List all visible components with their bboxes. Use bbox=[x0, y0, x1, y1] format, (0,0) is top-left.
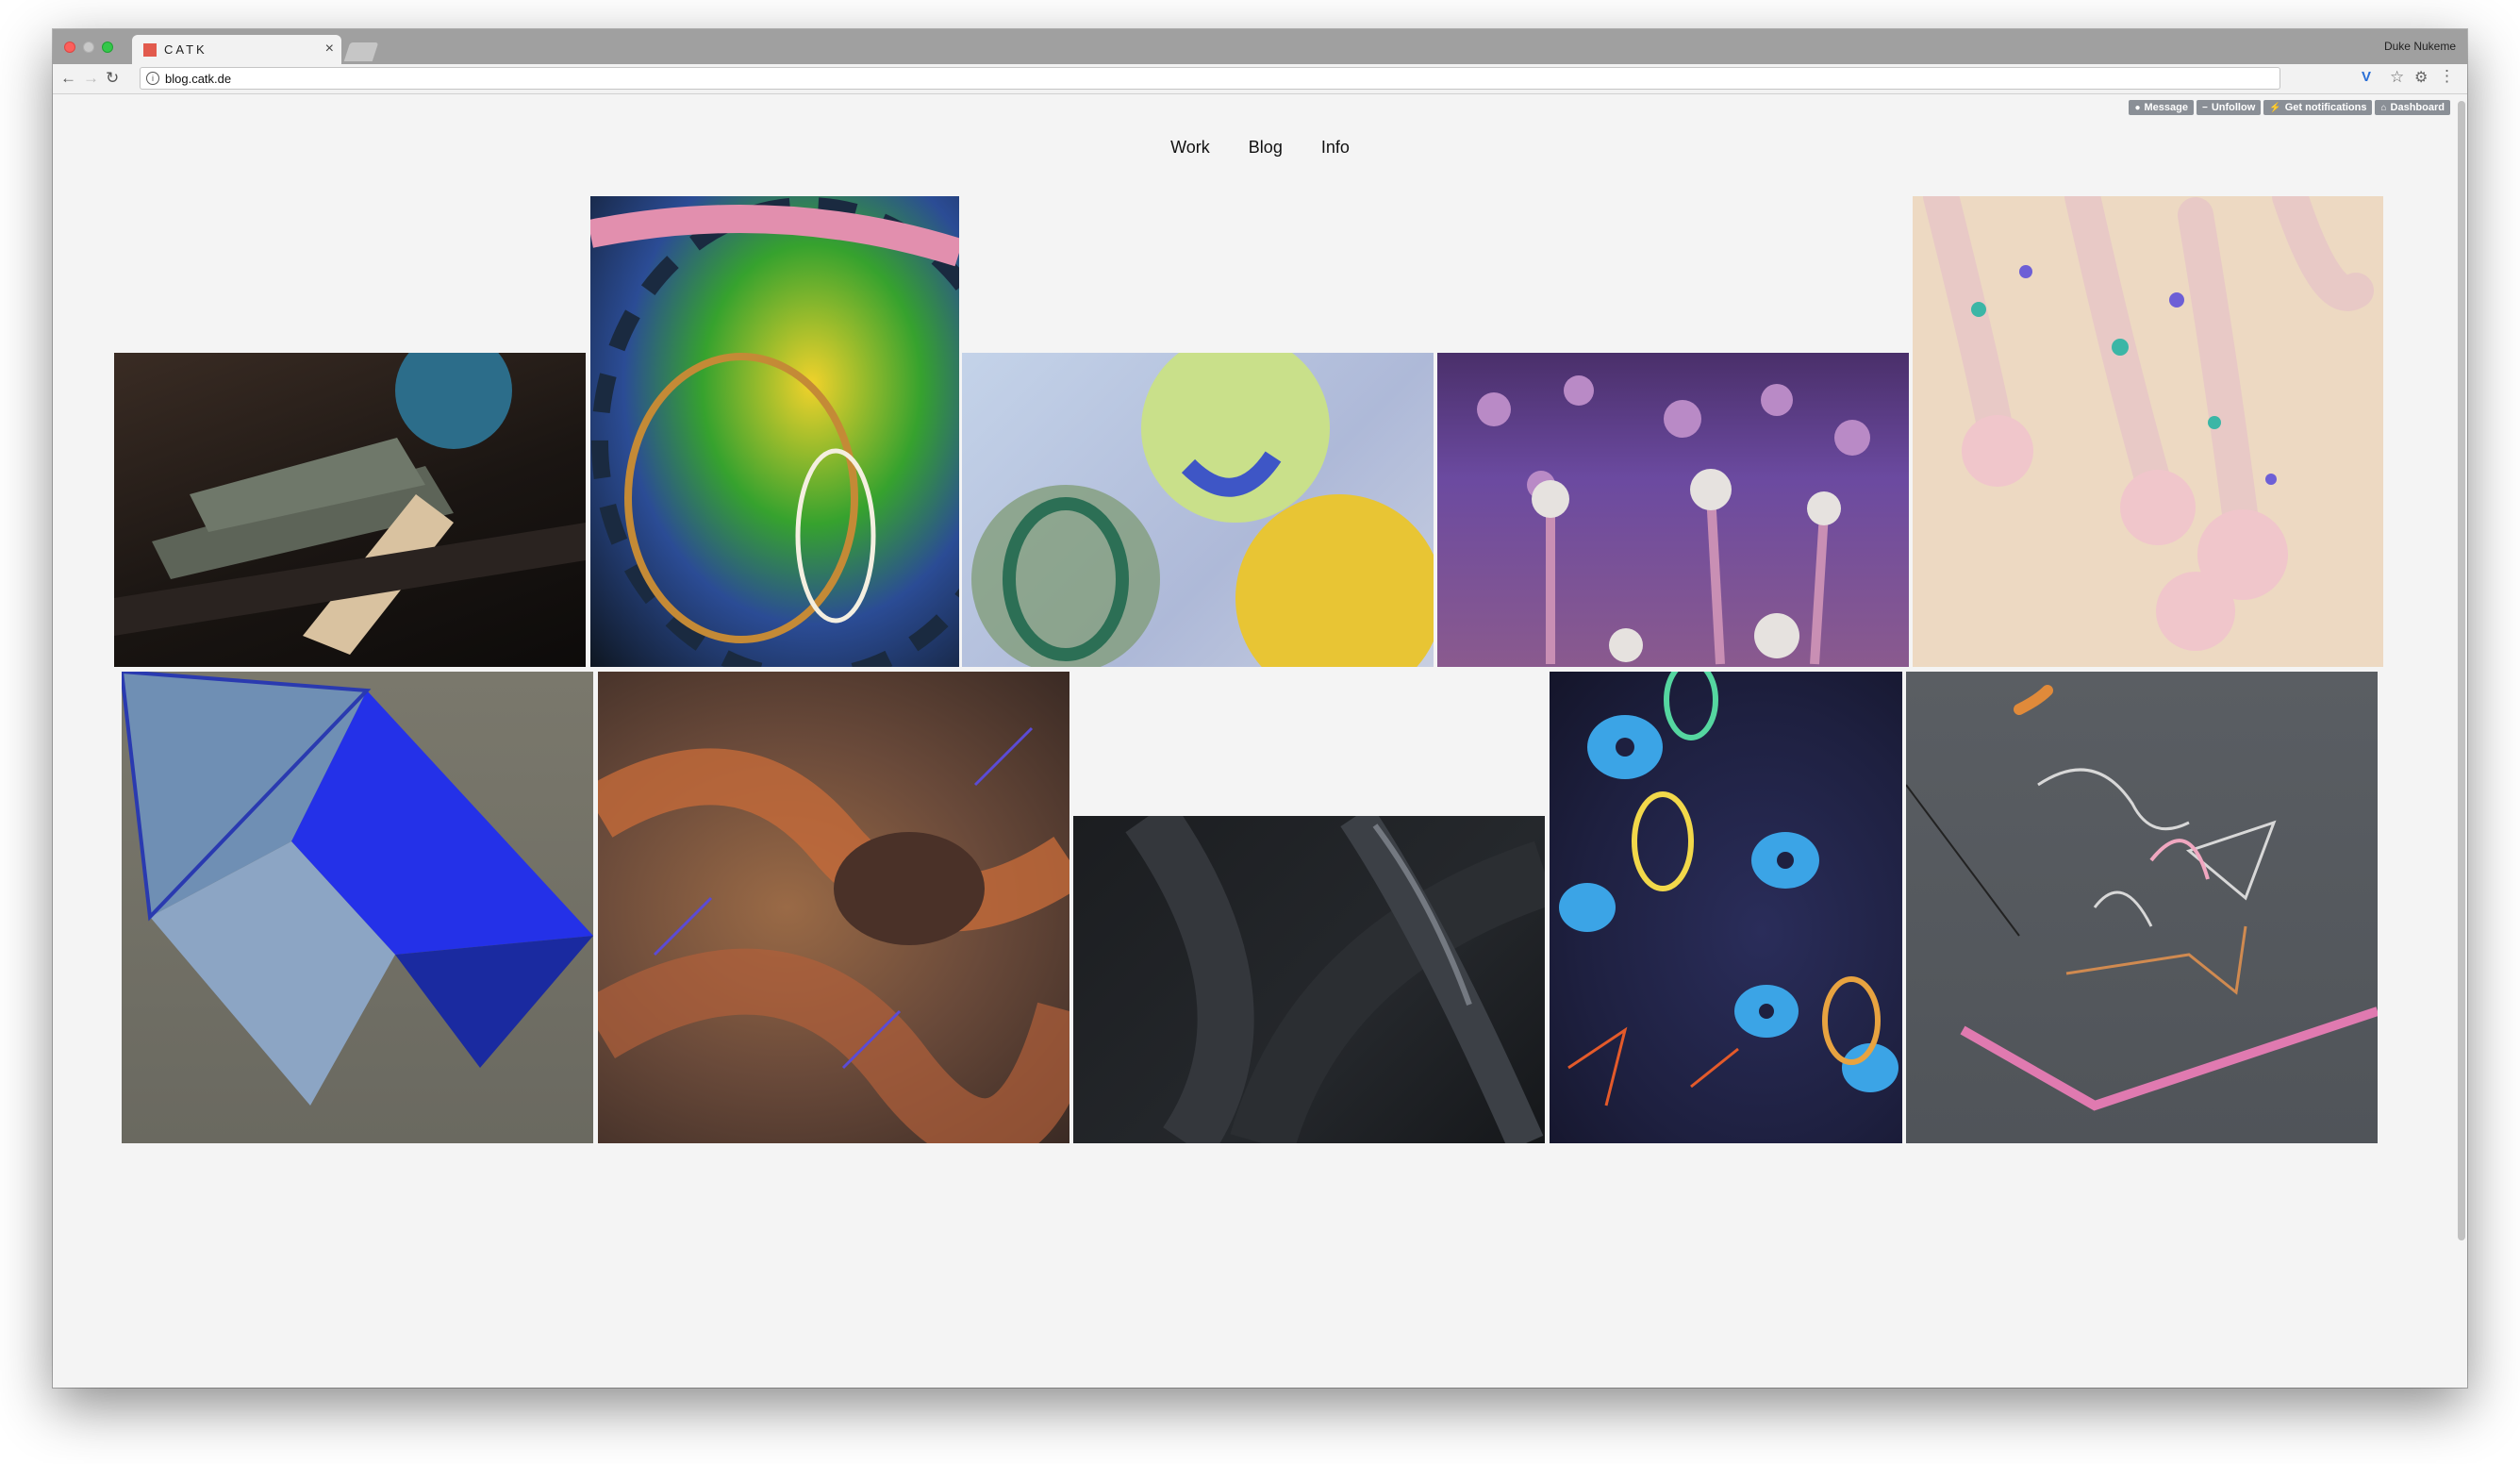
vimeo-extension-icon[interactable]: V bbox=[2362, 69, 2371, 85]
woven-ribbons-art bbox=[1125, 816, 1545, 1143]
origami-polyhedron-art bbox=[122, 672, 593, 1106]
profile-name[interactable]: Duke Nukeme bbox=[2384, 40, 2456, 53]
message-label: Message bbox=[2144, 102, 2188, 113]
blurred-spheres-art bbox=[971, 353, 1434, 667]
browser-toolbar: ← → ↻ i blog.catk.de V ☆ ⚙ ⋮ bbox=[53, 64, 2467, 94]
tumblr-controls: ● Message − Unfollow ⚡ Get notifications… bbox=[2129, 100, 2450, 115]
url-text[interactable]: blog.catk.de bbox=[165, 72, 231, 86]
nav-blog-link[interactable]: Blog bbox=[1249, 138, 1283, 157]
tab-strip: CATK × Duke Nukeme bbox=[53, 29, 2467, 64]
minimize-window-button[interactable] bbox=[83, 42, 94, 53]
forward-arrow-icon[interactable]: → bbox=[83, 69, 99, 88]
home-icon: ⌂ bbox=[2380, 102, 2387, 113]
address-bar[interactable]: i blog.catk.de bbox=[140, 67, 2280, 90]
unfollow-label: Unfollow bbox=[2211, 102, 2256, 113]
gallery-image-origami-polyhedron[interactable] bbox=[122, 672, 593, 1143]
unfollow-button[interactable]: − Unfollow bbox=[2196, 100, 2262, 115]
lightning-icon: ⚡ bbox=[2269, 102, 2281, 113]
message-icon: ● bbox=[2134, 102, 2141, 113]
message-button[interactable]: ● Message bbox=[2129, 100, 2194, 115]
gallery-image-patterned-sphere[interactable] bbox=[590, 196, 959, 667]
gallery-image-rings-discs[interactable] bbox=[1550, 672, 1902, 1143]
tab-catk[interactable]: CATK × bbox=[132, 35, 341, 64]
nav-work-link[interactable]: Work bbox=[1170, 138, 1210, 157]
organic-surface-art bbox=[598, 726, 1069, 1143]
patterned-sphere-art bbox=[590, 197, 959, 667]
maximize-window-button[interactable] bbox=[102, 42, 113, 53]
unfollow-icon: − bbox=[2201, 102, 2208, 113]
line-sculptures-art bbox=[1906, 685, 2378, 1111]
fan-sculpture-art bbox=[114, 353, 586, 655]
mushroom-forest-art bbox=[1477, 375, 1870, 665]
page-scrollbar[interactable] bbox=[2458, 101, 2465, 1240]
gallery-image-line-sculptures[interactable] bbox=[1906, 672, 2378, 1143]
tab-close-icon[interactable]: × bbox=[325, 41, 334, 58]
dashboard-button[interactable]: ⌂ Dashboard bbox=[2375, 100, 2450, 115]
info-icon[interactable]: i bbox=[146, 72, 159, 85]
gallery-image-pastel-drips[interactable] bbox=[1913, 196, 2383, 667]
reload-icon[interactable]: ↻ bbox=[106, 69, 119, 88]
browser-window: CATK × Duke Nukeme ← → ↻ i blog.catk.de … bbox=[53, 29, 2467, 1388]
pastel-drips-art bbox=[1923, 196, 2374, 651]
bookmark-star-icon[interactable]: ☆ bbox=[2390, 68, 2404, 87]
rings-discs-art bbox=[1559, 672, 1898, 1106]
gallery-image-woven-ribbons[interactable] bbox=[1073, 816, 1545, 1143]
gallery-image-fan-sculpture[interactable] bbox=[114, 353, 586, 667]
gallery-image-mushroom-forest[interactable] bbox=[1437, 353, 1909, 667]
extension-gear-icon[interactable]: ⚙ bbox=[2414, 68, 2428, 87]
site-nav: Work Blog Info bbox=[53, 138, 2467, 158]
notifications-label: Get notifications bbox=[2284, 102, 2367, 113]
tab-title: CATK bbox=[164, 42, 207, 57]
back-arrow-icon[interactable]: ← bbox=[60, 69, 76, 88]
new-tab-button[interactable] bbox=[343, 42, 379, 61]
close-window-button[interactable] bbox=[64, 42, 75, 53]
favicon-icon bbox=[143, 43, 157, 57]
browser-menu-icon[interactable]: ⋮ bbox=[2439, 67, 2455, 86]
notifications-button[interactable]: ⚡ Get notifications bbox=[2263, 100, 2373, 115]
nav-info-link[interactable]: Info bbox=[1321, 138, 1350, 157]
gallery-image-organic-surface[interactable] bbox=[598, 672, 1069, 1143]
gallery-image-blurred-spheres[interactable] bbox=[962, 353, 1434, 667]
dashboard-label: Dashboard bbox=[2390, 102, 2445, 113]
